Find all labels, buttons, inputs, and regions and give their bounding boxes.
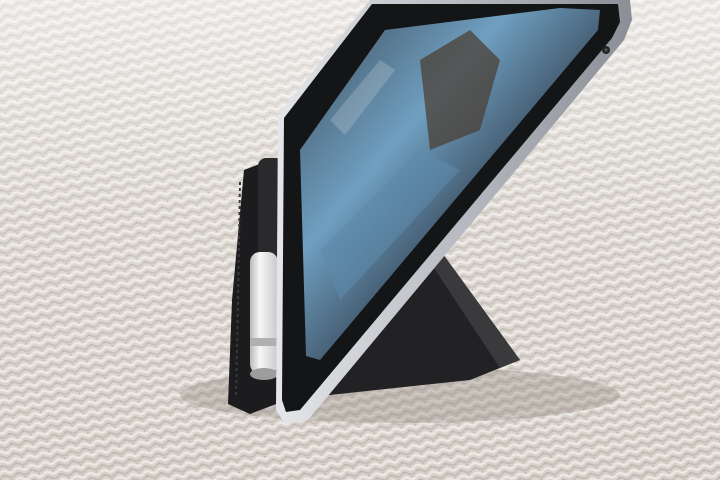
camera-lens	[604, 48, 608, 52]
photo-illustration	[0, 0, 720, 480]
stylus-pencil	[250, 252, 278, 380]
photo-scene	[0, 0, 720, 480]
